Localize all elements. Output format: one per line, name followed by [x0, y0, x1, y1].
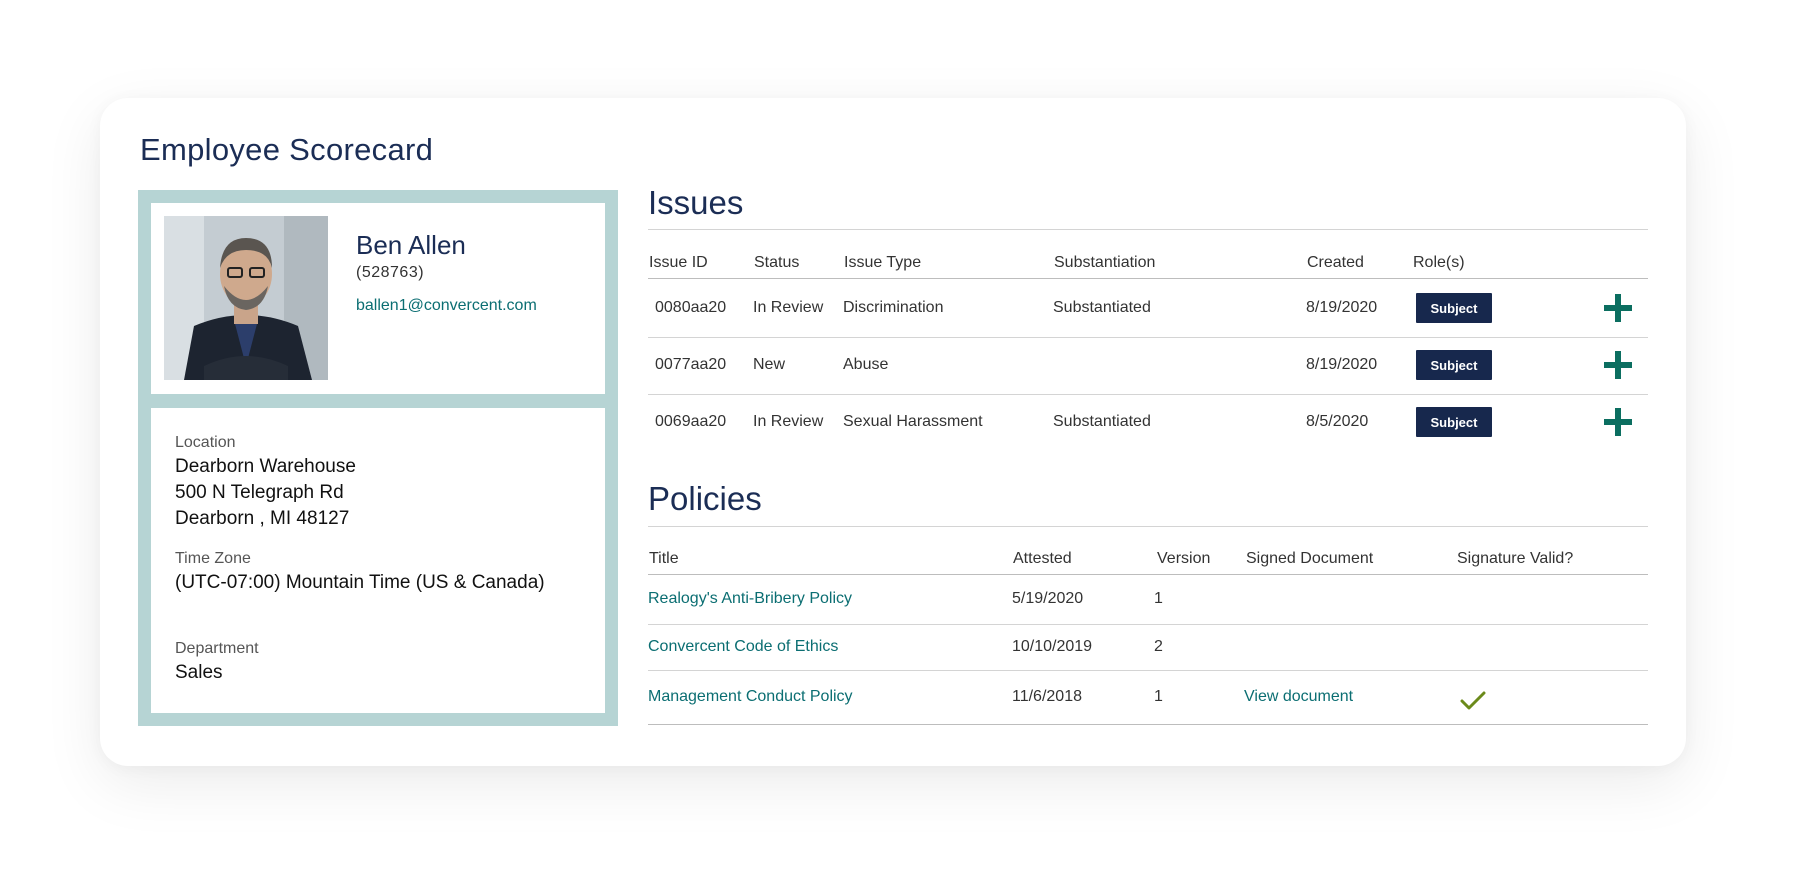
employee-email-link[interactable]: ballen1@convercent.com	[356, 297, 537, 315]
avatar	[164, 216, 328, 380]
row-divider	[648, 624, 1648, 625]
policy-version: 1	[1154, 688, 1163, 705]
issue-created: 8/5/2020	[1306, 413, 1369, 430]
view-document-link[interactable]: View document	[1244, 688, 1353, 706]
checkmark-icon	[1460, 691, 1486, 710]
department-value: Sales	[175, 662, 223, 683]
policies-header-rule	[648, 574, 1648, 575]
profile-header: Ben Allen (528763) ballen1@convercent.co…	[151, 203, 605, 394]
timezone-value: (UTC-07:00) Mountain Time (US & Canada)	[175, 572, 545, 593]
employee-details: Location Dearborn Warehouse 500 N Telegr…	[151, 408, 605, 713]
policy-attested: 10/10/2019	[1012, 638, 1093, 655]
policies-title: Policies	[648, 480, 762, 517]
policies-bottom-rule	[648, 724, 1648, 725]
issue-created: 8/19/2020	[1306, 299, 1378, 316]
location-line-2: 500 N Telegraph Rd	[175, 482, 344, 503]
location-line-3: Dearborn , MI 48127	[175, 508, 350, 529]
issues-col-id: Issue ID	[649, 254, 708, 271]
employee-id: (528763)	[356, 264, 425, 281]
department-label: Department	[175, 640, 259, 657]
policy-title-link[interactable]: Management Conduct Policy	[648, 688, 853, 706]
profile-panel: Ben Allen (528763) ballen1@convercent.co…	[138, 190, 618, 726]
issues-header-rule	[648, 278, 1648, 279]
role-badge: Subject	[1416, 293, 1492, 323]
issues-col-created: Created	[1307, 254, 1364, 271]
role-badge: Subject	[1416, 407, 1492, 437]
policies-col-signature-valid: Signature Valid?	[1457, 550, 1574, 567]
policy-attested: 11/6/2018	[1012, 688, 1082, 705]
plus-icon[interactable]	[1604, 351, 1632, 379]
policy-attested: 5/19/2020	[1012, 590, 1084, 607]
issues-col-substantiation: Substantiation	[1054, 254, 1156, 271]
policy-title-link[interactable]: Realogy's Anti-Bribery Policy	[648, 590, 852, 608]
policies-col-version: Version	[1157, 550, 1211, 567]
timezone-label: Time Zone	[175, 550, 251, 567]
issue-type: Sexual Harassment	[843, 413, 983, 430]
row-divider	[648, 670, 1648, 671]
issues-col-roles: Role(s)	[1413, 254, 1465, 271]
policies-divider	[648, 526, 1648, 527]
employee-name: Ben Allen	[356, 230, 466, 260]
issue-id[interactable]: 0077aa20	[655, 356, 726, 374]
row-divider	[648, 337, 1648, 338]
plus-icon[interactable]	[1604, 294, 1632, 322]
issue-substantiation: Substantiated	[1053, 413, 1151, 430]
issue-type: Abuse	[843, 356, 889, 373]
issues-title: Issues	[648, 184, 744, 221]
role-badge: Subject	[1416, 350, 1492, 380]
issue-status: In Review	[753, 299, 824, 316]
policies-col-title: Title	[649, 550, 679, 567]
row-divider	[648, 394, 1648, 395]
policies-col-signed-document: Signed Document	[1246, 550, 1374, 567]
policy-version: 1	[1154, 590, 1163, 607]
issue-id[interactable]: 0069aa20	[655, 413, 726, 431]
issue-id[interactable]: 0080aa20	[655, 299, 726, 317]
policy-version: 2	[1154, 638, 1163, 655]
issues-col-status: Status	[754, 254, 800, 271]
issue-created: 8/19/2020	[1306, 356, 1378, 373]
issue-type: Discrimination	[843, 299, 944, 316]
policies-col-attested: Attested	[1013, 550, 1072, 567]
issues-col-type: Issue Type	[844, 254, 922, 271]
issue-status: New	[753, 356, 786, 373]
location-label: Location	[175, 434, 236, 451]
plus-icon[interactable]	[1604, 408, 1632, 436]
policy-title-link[interactable]: Convercent Code of Ethics	[648, 638, 838, 656]
page-title: Employee Scorecard	[140, 132, 434, 167]
issues-divider	[648, 229, 1648, 230]
issue-status: In Review	[753, 413, 824, 430]
location-line-1: Dearborn Warehouse	[175, 456, 356, 477]
issue-substantiation: Substantiated	[1053, 299, 1151, 316]
